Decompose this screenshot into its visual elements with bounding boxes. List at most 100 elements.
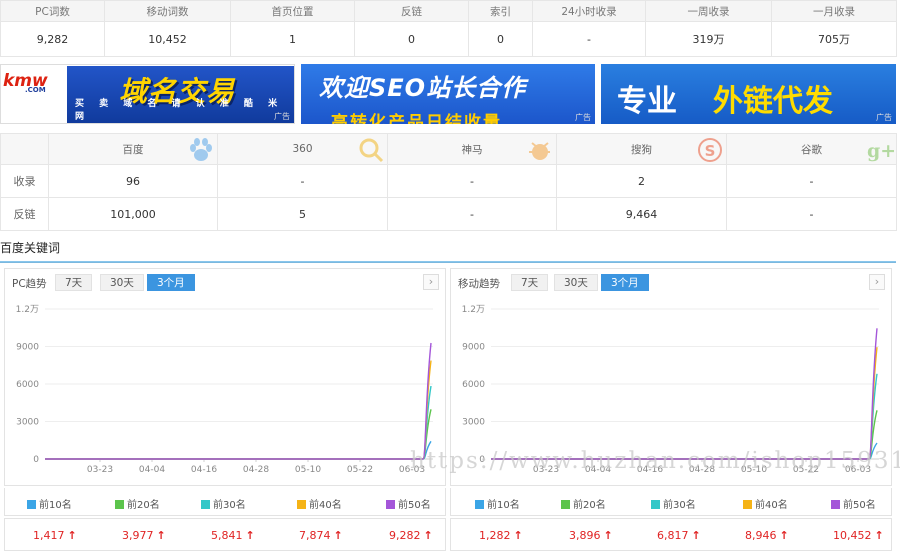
panel-title: PC趋势 xyxy=(12,278,47,290)
google-plus-icon: g+ xyxy=(867,140,894,162)
ad-tag: 广告 xyxy=(876,113,892,122)
engines-corner-cell xyxy=(0,133,49,165)
legend-item[interactable]: 前50名 xyxy=(831,496,876,511)
up-arrow-icon: ↑ xyxy=(691,529,701,542)
stats-value-24h: - xyxy=(532,21,646,57)
mobile-trend-legend: 前10名 前20名 前30名 前40名 前50名 xyxy=(450,488,892,516)
rank-value: 1,417 ↑ xyxy=(33,529,77,542)
series-line-3 xyxy=(45,385,432,460)
legend-label: 前50名 xyxy=(398,500,431,511)
engines-header-row: 百度 360 神马 搜狗 S 谷歌 g+ xyxy=(0,133,897,165)
stats-header-index: 索引 xyxy=(468,0,533,22)
engine-google-label: 谷歌 xyxy=(801,143,822,156)
x-tick-label: 03-23 xyxy=(87,465,113,475)
engines-cell: 96 xyxy=(48,164,218,198)
y-tick-label: 1.2万 xyxy=(462,305,485,315)
tab-30days[interactable]: 30天 xyxy=(554,274,598,291)
x-tick-label: 04-04 xyxy=(139,465,165,475)
engines-row-label: 收录 xyxy=(0,164,49,198)
legend-swatch xyxy=(651,500,660,509)
baidu-paw-icon xyxy=(190,138,212,161)
up-arrow-icon: ↑ xyxy=(603,529,613,542)
legend-item[interactable]: 前10名 xyxy=(27,496,72,511)
y-tick-label: 1.2万 xyxy=(16,305,39,315)
series-line-3 xyxy=(491,373,878,460)
engine-360-header: 360 xyxy=(217,133,388,165)
legend-swatch xyxy=(27,500,36,509)
tab-3months[interactable]: 3个月 xyxy=(147,274,195,291)
tab-7days[interactable]: 7天 xyxy=(55,274,93,291)
shenma-bug-icon xyxy=(529,142,550,160)
engines-cell: - xyxy=(726,164,897,198)
engine-baidu-header: 百度 xyxy=(48,133,218,165)
tab-3months[interactable]: 3个月 xyxy=(601,274,649,291)
y-tick-label: 6000 xyxy=(16,380,39,390)
ad-banner-row: kmw .COM 域名交易 买 卖 域 名 请 认 准 酷 米 网 广告 欢迎SE… xyxy=(0,64,896,126)
legend-item[interactable]: 前20名 xyxy=(561,496,606,511)
legend-item[interactable]: 前30名 xyxy=(201,496,246,511)
stats-header-home-position: 首页位置 xyxy=(230,0,355,22)
ad-banner-domain-trade-bg: 域名交易 买 卖 域 名 请 认 准 酷 米 网 xyxy=(67,66,294,123)
legend-item[interactable]: 前30名 xyxy=(651,496,696,511)
legend-swatch xyxy=(743,500,752,509)
stats-header-week: 一周收录 xyxy=(645,0,772,22)
engine-sogou-header: 搜狗 S xyxy=(556,133,727,165)
y-tick-label: 9000 xyxy=(16,343,39,353)
stats-value-index: 0 xyxy=(468,21,533,57)
panel-title: 移动趋势 xyxy=(458,278,500,290)
legend-label: 前30名 xyxy=(213,500,246,511)
pc-trend-legend: 前10名 前20名 前30名 前40名 前50名 xyxy=(4,488,446,516)
stats-value-home-position: 1 xyxy=(230,21,355,57)
rank-value: 6,817 ↑ xyxy=(657,529,701,542)
series-line-4 xyxy=(491,347,878,460)
stats-value-month: 705万 xyxy=(771,21,897,57)
engines-cell: 101,000 xyxy=(48,197,218,231)
legend-label: 前20名 xyxy=(127,500,160,511)
engines-row-label: 反链 xyxy=(0,197,49,231)
sogou-s-icon: S xyxy=(698,138,722,162)
engine-shenma-label: 神马 xyxy=(461,143,483,156)
stats-header-month: 一月收录 xyxy=(771,0,897,22)
legend-item[interactable]: 前50名 xyxy=(386,496,431,511)
engines-row-indexed: 收录 96 - - 2 - xyxy=(0,164,897,198)
series-line-5 xyxy=(45,342,432,460)
legend-item[interactable]: 前20名 xyxy=(115,496,160,511)
legend-swatch xyxy=(386,500,395,509)
rank-value: 9,282 ↑ xyxy=(389,529,433,542)
y-tick-label: 0 xyxy=(33,455,39,465)
ad-banner-backlinks[interactable]: 专业 外链代发 广告 xyxy=(601,64,896,124)
y-tick-label: 3000 xyxy=(462,418,485,428)
360-search-icon xyxy=(359,138,384,163)
tab-7days[interactable]: 7天 xyxy=(511,274,549,291)
stats-header-row: PC词数 移动词数 首页位置 反链 索引 24小时收录 一周收录 一月收录 xyxy=(0,0,897,22)
stats-value-row: 9,282 10,452 1 0 0 - 319万 705万 xyxy=(0,21,897,57)
up-arrow-icon: ↑ xyxy=(67,529,77,542)
legend-item[interactable]: 前10名 xyxy=(475,496,520,511)
stats-value-pc-words: 9,282 xyxy=(0,21,105,57)
legend-item[interactable]: 前40名 xyxy=(743,496,788,511)
up-arrow-icon: ↑ xyxy=(245,529,255,542)
ad-banner-domain-trade[interactable]: kmw .COM 域名交易 买 卖 域 名 请 认 准 酷 米 网 广告 xyxy=(0,64,295,124)
legend-swatch xyxy=(561,500,570,509)
series-line-5 xyxy=(491,328,878,460)
ad-banner-seo-cooperate[interactable]: 欢迎SEO站长合作 高转化产品日结收量 广告 xyxy=(301,64,595,124)
legend-label: 前10名 xyxy=(39,500,72,511)
pc-trend-values: 1,417 ↑ 3,977 ↑ 5,841 ↑ 7,874 ↑ 9,282 ↑ xyxy=(4,518,446,551)
up-arrow-icon: ↑ xyxy=(423,529,433,542)
x-tick-label: 05-22 xyxy=(347,465,373,475)
tab-30days[interactable]: 30天 xyxy=(100,274,144,291)
ad-banner-domain-trade-sub: 买 卖 域 名 请 认 准 酷 米 网 xyxy=(75,99,284,122)
chevron-right-icon[interactable]: › xyxy=(869,274,885,290)
chevron-right-icon[interactable]: › xyxy=(423,274,439,290)
stats-value-backlinks: 0 xyxy=(354,21,469,57)
y-tick-label: 3000 xyxy=(16,418,39,428)
legend-item[interactable]: 前40名 xyxy=(297,496,342,511)
ad-banner-seo-sub: 高转化产品日结收量 xyxy=(331,113,502,124)
legend-swatch xyxy=(297,500,306,509)
engines-row-backlinks: 反链 101,000 5 - 9,464 - xyxy=(0,197,897,231)
ad-banner-backlinks-word2: 外链代发 xyxy=(713,84,833,119)
pc-trend-chart: 0 3000 6000 9000 1.2万 03-23 04-04 04-16 04-28 05-… xyxy=(16,305,433,475)
legend-swatch xyxy=(831,500,840,509)
legend-label: 前40名 xyxy=(309,500,342,511)
section-title: 百度关键词 xyxy=(0,241,61,255)
